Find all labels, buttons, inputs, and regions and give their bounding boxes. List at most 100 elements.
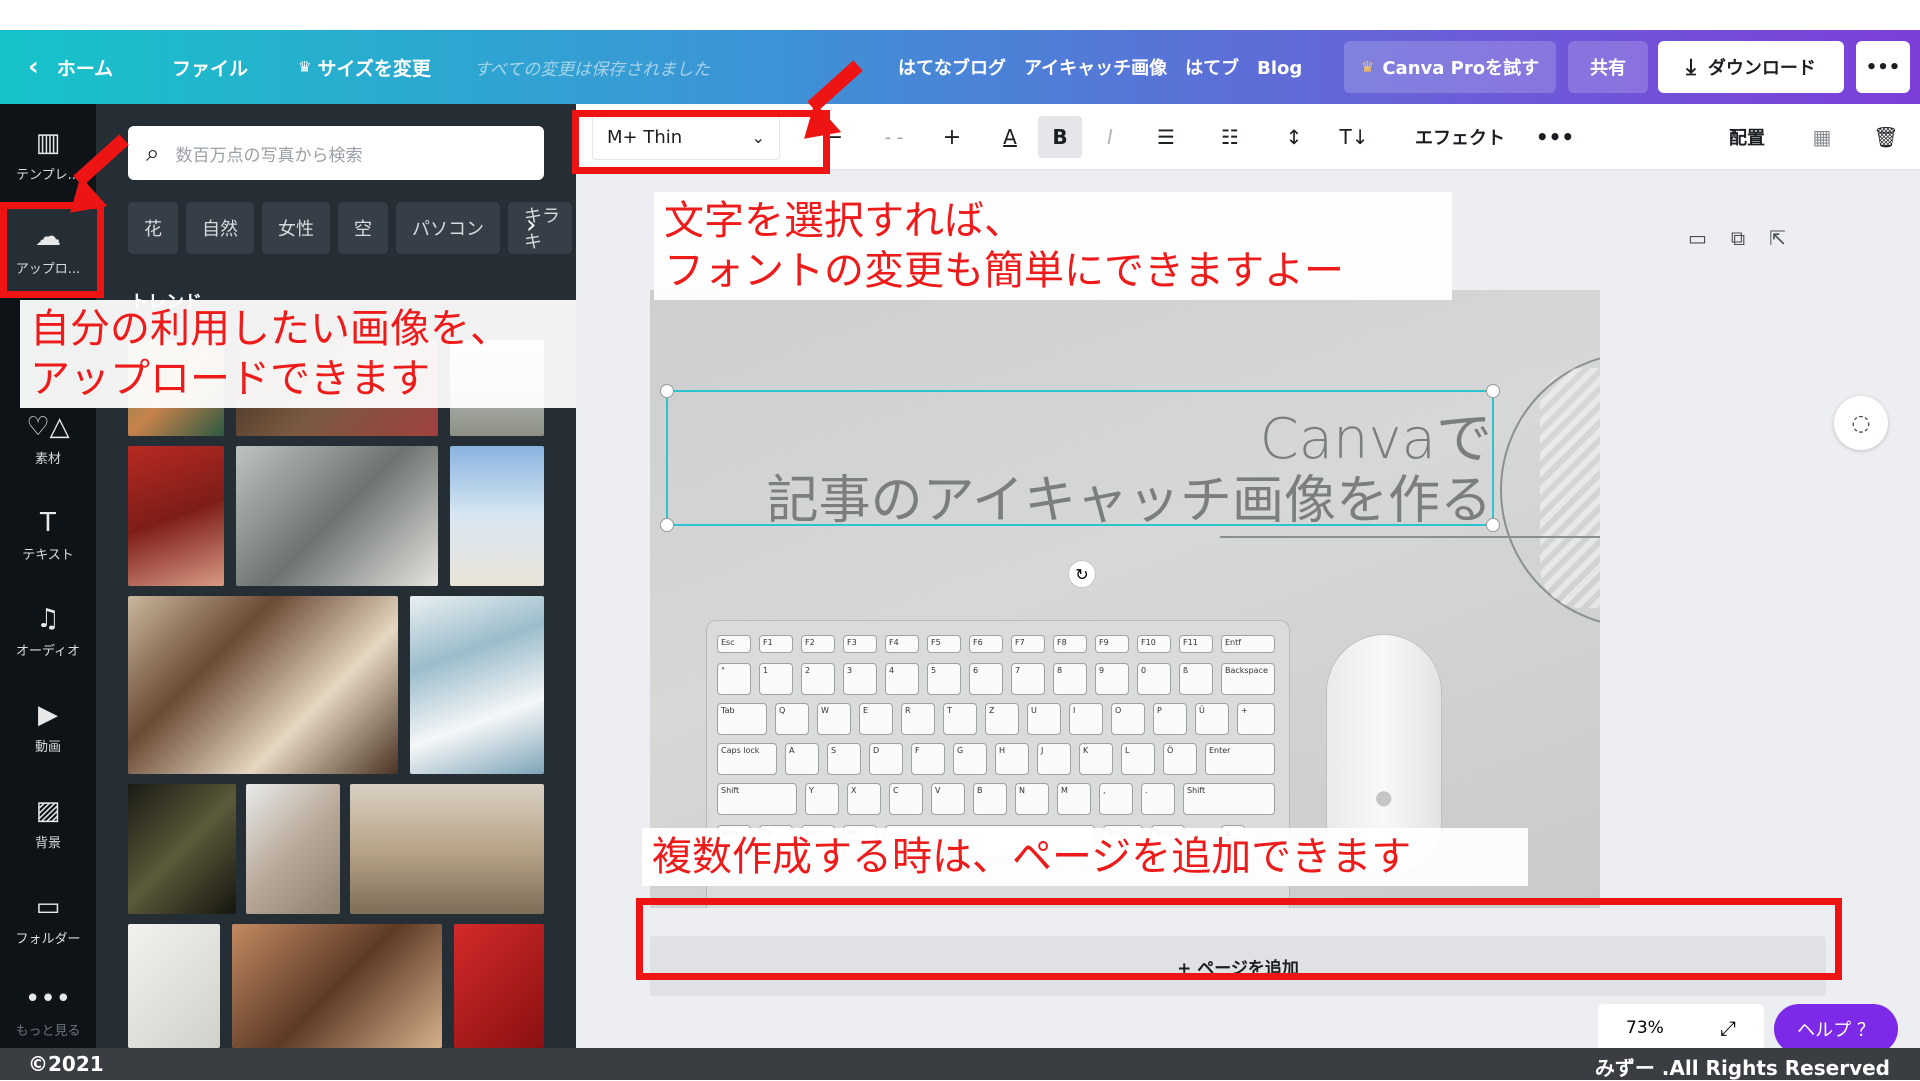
transparency-icon[interactable]: ▦ xyxy=(1800,104,1844,170)
photo-thumbnail[interactable] xyxy=(246,784,340,914)
keyboard-key: Shift xyxy=(1183,783,1275,815)
keyboard-key: V xyxy=(931,783,965,815)
keyboard-key: 1 xyxy=(759,663,793,695)
keyboard-key: Backspace xyxy=(1221,663,1275,695)
photo-thumbnail[interactable] xyxy=(450,446,544,586)
line-spacing-icon[interactable]: ↕ xyxy=(1272,104,1316,170)
keyboard-key: Enter xyxy=(1205,743,1275,775)
resize-label: サイズを変更 xyxy=(317,57,431,80)
trash-icon[interactable]: 🗑 xyxy=(1864,104,1908,170)
italic-button[interactable]: I xyxy=(1090,104,1130,170)
keyboard-key: F1 xyxy=(759,635,793,653)
keyboard-key: E xyxy=(859,703,893,735)
photo-thumbnail[interactable] xyxy=(454,924,544,1048)
keyboard-key: G xyxy=(953,743,987,775)
add-page-icon[interactable]: ⇱ xyxy=(1769,226,1786,250)
effects-button[interactable]: エフェクト xyxy=(1400,104,1520,170)
sidebar-item-background[interactable]: ▨ 背景 xyxy=(0,778,96,868)
text-transform-icon[interactable]: T↓ xyxy=(1332,104,1376,170)
more-tools-button[interactable]: ••• xyxy=(1532,104,1578,170)
search-icon: ⌕ xyxy=(146,139,160,167)
sidebar-item-video[interactable]: ▶ 動画 xyxy=(0,682,96,772)
resize-handle[interactable] xyxy=(1486,518,1500,532)
keyboard-key: L xyxy=(1121,743,1155,775)
position-button[interactable]: 配置 xyxy=(1712,104,1782,170)
zoom-value: 73% xyxy=(1626,1018,1664,1038)
page-tools: ▭ ⧉ ⇱ xyxy=(1688,226,1786,250)
keyboard-key: 7 xyxy=(1011,663,1045,695)
note-icon[interactable]: ▭ xyxy=(1688,226,1707,250)
file-menu[interactable]: ファイル xyxy=(172,30,248,104)
list-icon[interactable]: ☷ xyxy=(1208,104,1252,170)
keyboard-key: Caps lock xyxy=(717,743,777,775)
sidebar-item-audio[interactable]: ♫ オーディオ xyxy=(0,586,96,676)
chip-nature[interactable]: 自然 xyxy=(186,202,254,254)
align-right-icon[interactable]: ☰ xyxy=(1144,104,1188,170)
save-status: すべての変更は保存されました xyxy=(474,59,711,80)
share-button[interactable]: 共有 xyxy=(1568,41,1648,93)
audio-icon: ♫ xyxy=(36,603,60,634)
chip-sparkle[interactable]: キラキ xyxy=(508,202,572,254)
bold-button[interactable]: B xyxy=(1038,116,1082,158)
photo-thumbnail[interactable] xyxy=(350,784,544,914)
chevron-right-icon[interactable]: › xyxy=(526,210,536,240)
keyboard-key: 6 xyxy=(969,663,1003,695)
sidebar-item-label: 動画 xyxy=(34,739,61,755)
keyboard-key: T xyxy=(943,703,977,735)
font-size-increase[interactable]: + xyxy=(930,104,974,170)
photo-thumbnail[interactable] xyxy=(128,596,398,774)
home-button[interactable]: ‹ ホーム xyxy=(28,30,113,104)
chip-sky[interactable]: 空 xyxy=(338,202,388,254)
keyboard-key: P xyxy=(1153,703,1187,735)
try-pro-button[interactable]: ♛ Canva Proを試す xyxy=(1344,41,1556,93)
chip-woman[interactable]: 女性 xyxy=(262,202,330,254)
keyboard-key: H xyxy=(995,743,1029,775)
more-options-button[interactable]: ••• xyxy=(1856,41,1910,93)
keyboard-key: , xyxy=(1099,783,1133,815)
sidebar-item-label: 背景 xyxy=(34,835,61,851)
keyboard-key: F9 xyxy=(1095,635,1129,653)
resize-handle[interactable] xyxy=(1486,384,1500,398)
sidebar-item-folder[interactable]: ▭ フォルダー xyxy=(0,874,96,964)
rotate-handle-icon[interactable]: ↻ xyxy=(1068,560,1096,588)
fullscreen-icon[interactable]: ⤢ xyxy=(1720,1016,1736,1040)
download-button[interactable]: ⤓ ダウンロード xyxy=(1658,41,1844,93)
zoom-control[interactable]: 73% ⤢ xyxy=(1598,1004,1764,1052)
photo-thumbnail[interactable] xyxy=(128,784,236,914)
photo-thumbnail[interactable] xyxy=(232,924,442,1048)
resize-handle[interactable] xyxy=(660,518,674,532)
duplicate-page-icon[interactable]: ⧉ xyxy=(1731,226,1745,250)
help-button[interactable]: ヘルプ ？ xyxy=(1774,1004,1898,1054)
sidebar-item-label: もっと見る xyxy=(15,1023,81,1039)
background-icon: ▨ xyxy=(35,795,61,826)
keyboard-key: N xyxy=(1015,783,1049,815)
sidebar-item-label: テンプレ... xyxy=(15,167,80,183)
comment-icon[interactable]: ◌ xyxy=(1834,396,1888,450)
keyboard-key: B xyxy=(973,783,1007,815)
photo-thumbnail[interactable] xyxy=(410,596,544,774)
resize-handle[interactable] xyxy=(660,384,674,398)
title-text-box[interactable]: Canvaで 記事のアイキャッチ画像を作る xyxy=(660,384,1500,532)
keyboard-key: 5 xyxy=(927,663,961,695)
chip-flower[interactable]: 花 xyxy=(128,202,178,254)
sidebar-item-text[interactable]: T テキスト xyxy=(0,490,96,580)
design-title[interactable]: はてなブログ アイキャッチ画像 はてブ Blog xyxy=(898,30,1302,104)
chip-pc[interactable]: パソコン xyxy=(396,202,500,254)
sidebar-item-more[interactable]: ••• もっと見る xyxy=(0,966,96,1056)
text-color-button[interactable]: A xyxy=(990,104,1030,170)
keyboard-key: J xyxy=(1037,743,1071,775)
crown-icon: ♛ xyxy=(1360,58,1375,76)
photo-thumbnail[interactable] xyxy=(128,924,220,1048)
design-page[interactable]: Esc F1 F2 F3 F4 F5 F6 F7 F8 F9 F10 F11 E… xyxy=(650,290,1600,908)
photo-thumbnail[interactable] xyxy=(236,446,438,586)
keyboard-key: Y xyxy=(805,783,839,815)
photo-thumbnail[interactable] xyxy=(128,446,224,586)
photo-search[interactable]: ⌕ 数百万点の写真から検索 xyxy=(128,126,544,180)
annotation-upload: 自分の利用したい画像を、 アップロードできます xyxy=(20,300,576,408)
sidebar-item-label: テキスト xyxy=(22,547,74,563)
resize-button[interactable]: ♛ サイズを変更 xyxy=(298,30,431,104)
keyboard-key: F2 xyxy=(801,635,835,653)
keyboard-key: Tab xyxy=(717,703,767,735)
try-pro-label: Canva Proを試す xyxy=(1382,58,1540,79)
font-size-input[interactable]: - - xyxy=(862,104,926,170)
